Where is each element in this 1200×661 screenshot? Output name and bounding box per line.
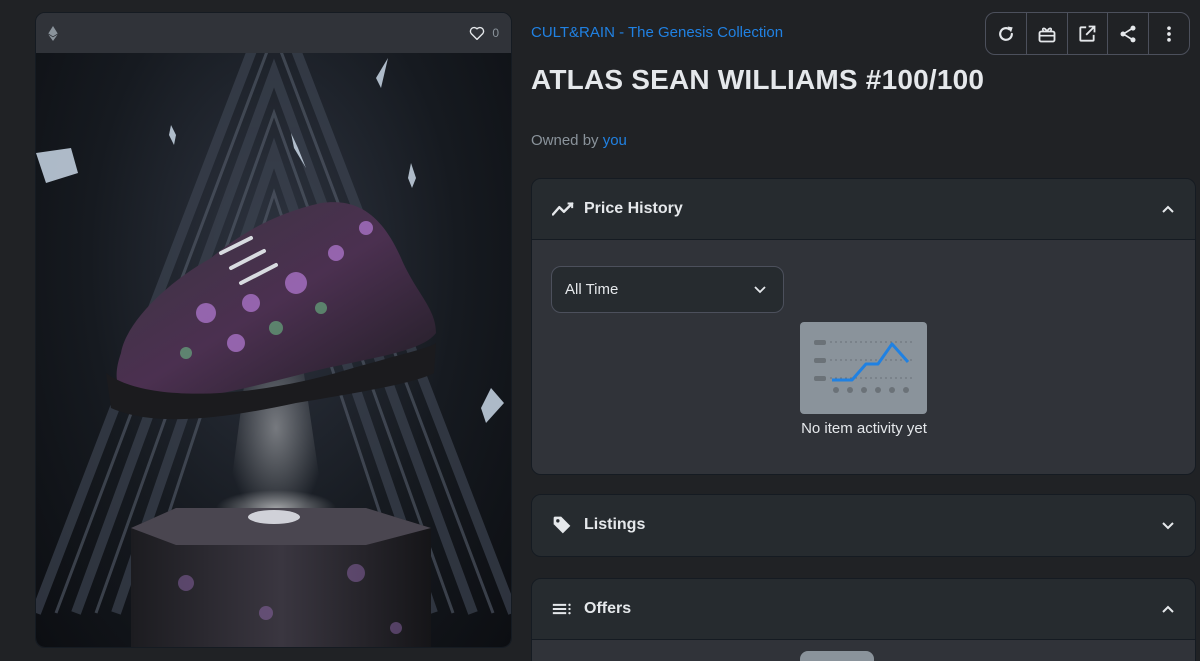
gift-icon (1037, 24, 1057, 44)
time-range-select[interactable]: All Time (551, 266, 784, 313)
offers-panel: Offers (531, 578, 1196, 661)
external-link-icon (1077, 24, 1097, 44)
heart-icon (469, 26, 485, 40)
chevron-up-icon[interactable] (1161, 204, 1175, 214)
owner-prefix: Owned by (531, 132, 603, 149)
transfer-button[interactable] (1027, 13, 1068, 54)
asset-toolbar (985, 12, 1190, 55)
listings-header[interactable]: Listings (532, 495, 1195, 555)
refresh-button[interactable] (986, 13, 1027, 54)
favorite-count: 0 (492, 26, 499, 40)
owner-info: Owned by you (531, 132, 627, 149)
asset-image[interactable] (36, 53, 511, 647)
list-icon (552, 601, 574, 617)
empty-chart-illustration (800, 322, 927, 414)
share-icon (1118, 24, 1138, 44)
empty-activity-text: No item activity yet (801, 420, 927, 437)
more-vertical-icon (1159, 24, 1179, 44)
refresh-icon (996, 24, 1016, 44)
view-on-site-button[interactable] (1068, 13, 1109, 54)
favorite-button[interactable]: 0 (469, 26, 499, 40)
trend-line-icon (552, 201, 574, 217)
chevron-down-icon (753, 281, 767, 298)
time-range-value: All Time (565, 281, 619, 298)
asset-card-header: 0 (36, 13, 511, 53)
chevron-down-icon[interactable] (1161, 520, 1175, 530)
listings-panel: Listings (531, 494, 1196, 557)
offers-body (532, 639, 1195, 661)
page-title: ATLAS SEAN WILLIAMS #100/100 (531, 64, 985, 95)
ethereum-icon (48, 25, 58, 41)
asset-card: 0 (35, 12, 512, 648)
tag-icon (552, 515, 574, 535)
offers-title: Offers (584, 600, 632, 617)
price-history-body: All Time No item activity yet (532, 239, 1195, 474)
share-button[interactable] (1108, 13, 1150, 54)
more-options-button[interactable] (1149, 13, 1189, 54)
chevron-up-icon[interactable] (1161, 604, 1175, 614)
price-history-panel: Price History All Time No item activity … (531, 178, 1196, 475)
price-history-title: Price History (584, 200, 683, 217)
offers-header[interactable]: Offers (532, 579, 1195, 639)
empty-offers-illustration (800, 651, 874, 661)
collection-link[interactable]: CULT&RAIN - The Genesis Collection (531, 24, 783, 41)
owner-link[interactable]: you (603, 132, 627, 149)
price-history-header[interactable]: Price History (532, 179, 1195, 239)
listings-title: Listings (584, 516, 646, 533)
